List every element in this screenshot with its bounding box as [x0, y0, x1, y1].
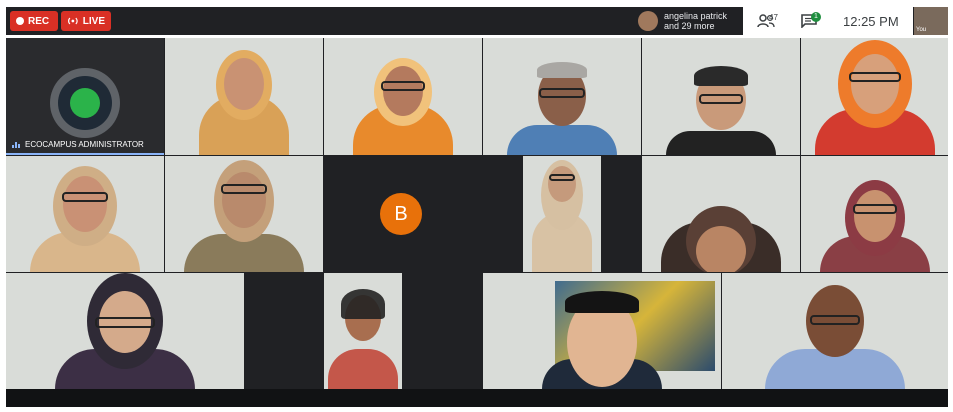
rec-button[interactable]: REC: [10, 11, 58, 31]
participant-tile-4[interactable]: [483, 38, 641, 155]
participant-tile-13[interactable]: [324, 273, 402, 389]
bottom-bar: [6, 389, 948, 407]
participant-tile-14[interactable]: [483, 273, 721, 389]
top-toolbar: REC LIVE angelina patrick and 29 more 47…: [6, 7, 948, 35]
right-tools: 47 1 12:25 PM: [743, 7, 913, 35]
participants-name: angelina patrick: [664, 11, 728, 21]
record-dot-icon: [16, 17, 24, 25]
video-grid: ECOCAMPUS ADMINISTRATOR B: [6, 38, 948, 389]
live-label: LIVE: [82, 15, 105, 27]
self-view[interactable]: You: [914, 7, 948, 35]
chat-badge: 1: [811, 12, 821, 22]
participant-tile-15[interactable]: [722, 273, 948, 389]
participant-tile-10[interactable]: [642, 156, 800, 272]
participant-tile-11[interactable]: [801, 156, 948, 272]
rec-label: REC: [28, 15, 50, 27]
self-label: You: [916, 27, 927, 33]
participant-tile-3[interactable]: [324, 38, 482, 155]
participant-tile-9[interactable]: [523, 156, 601, 272]
people-count: 47: [769, 13, 778, 22]
active-speaker-indicator: [6, 153, 164, 155]
people-button[interactable]: 47: [743, 7, 789, 35]
participant-tile-2[interactable]: [165, 38, 323, 155]
participant-tile-initial[interactable]: B: [324, 156, 522, 272]
participant-tile-8[interactable]: [165, 156, 323, 272]
participant-tile-6[interactable]: [801, 38, 948, 155]
live-button[interactable]: LIVE: [61, 11, 111, 31]
participant-tile-7[interactable]: [6, 156, 164, 272]
clock: 12:25 PM: [843, 13, 899, 29]
participants-chip[interactable]: angelina patrick and 29 more: [632, 8, 742, 34]
admin-name-label: ECOCAMPUS ADMINISTRATOR: [12, 140, 144, 149]
participant-tile-5[interactable]: [642, 38, 800, 155]
avatar: [638, 11, 658, 31]
participant-initial-avatar: B: [380, 193, 422, 235]
audio-level-icon: [12, 141, 20, 148]
participant-tile-12[interactable]: [6, 273, 244, 389]
ecocampus-logo: [50, 68, 120, 138]
participants-more: and 29 more: [664, 21, 715, 31]
meeting-window: REC LIVE angelina patrick and 29 more 47…: [0, 0, 953, 412]
chat-button[interactable]: 1: [789, 7, 829, 35]
participant-tile-admin[interactable]: ECOCAMPUS ADMINISTRATOR: [6, 38, 164, 155]
broadcast-icon: [68, 17, 78, 25]
participants-text: angelina patrick and 29 more: [664, 11, 727, 31]
admin-name: ECOCAMPUS ADMINISTRATOR: [25, 140, 144, 149]
